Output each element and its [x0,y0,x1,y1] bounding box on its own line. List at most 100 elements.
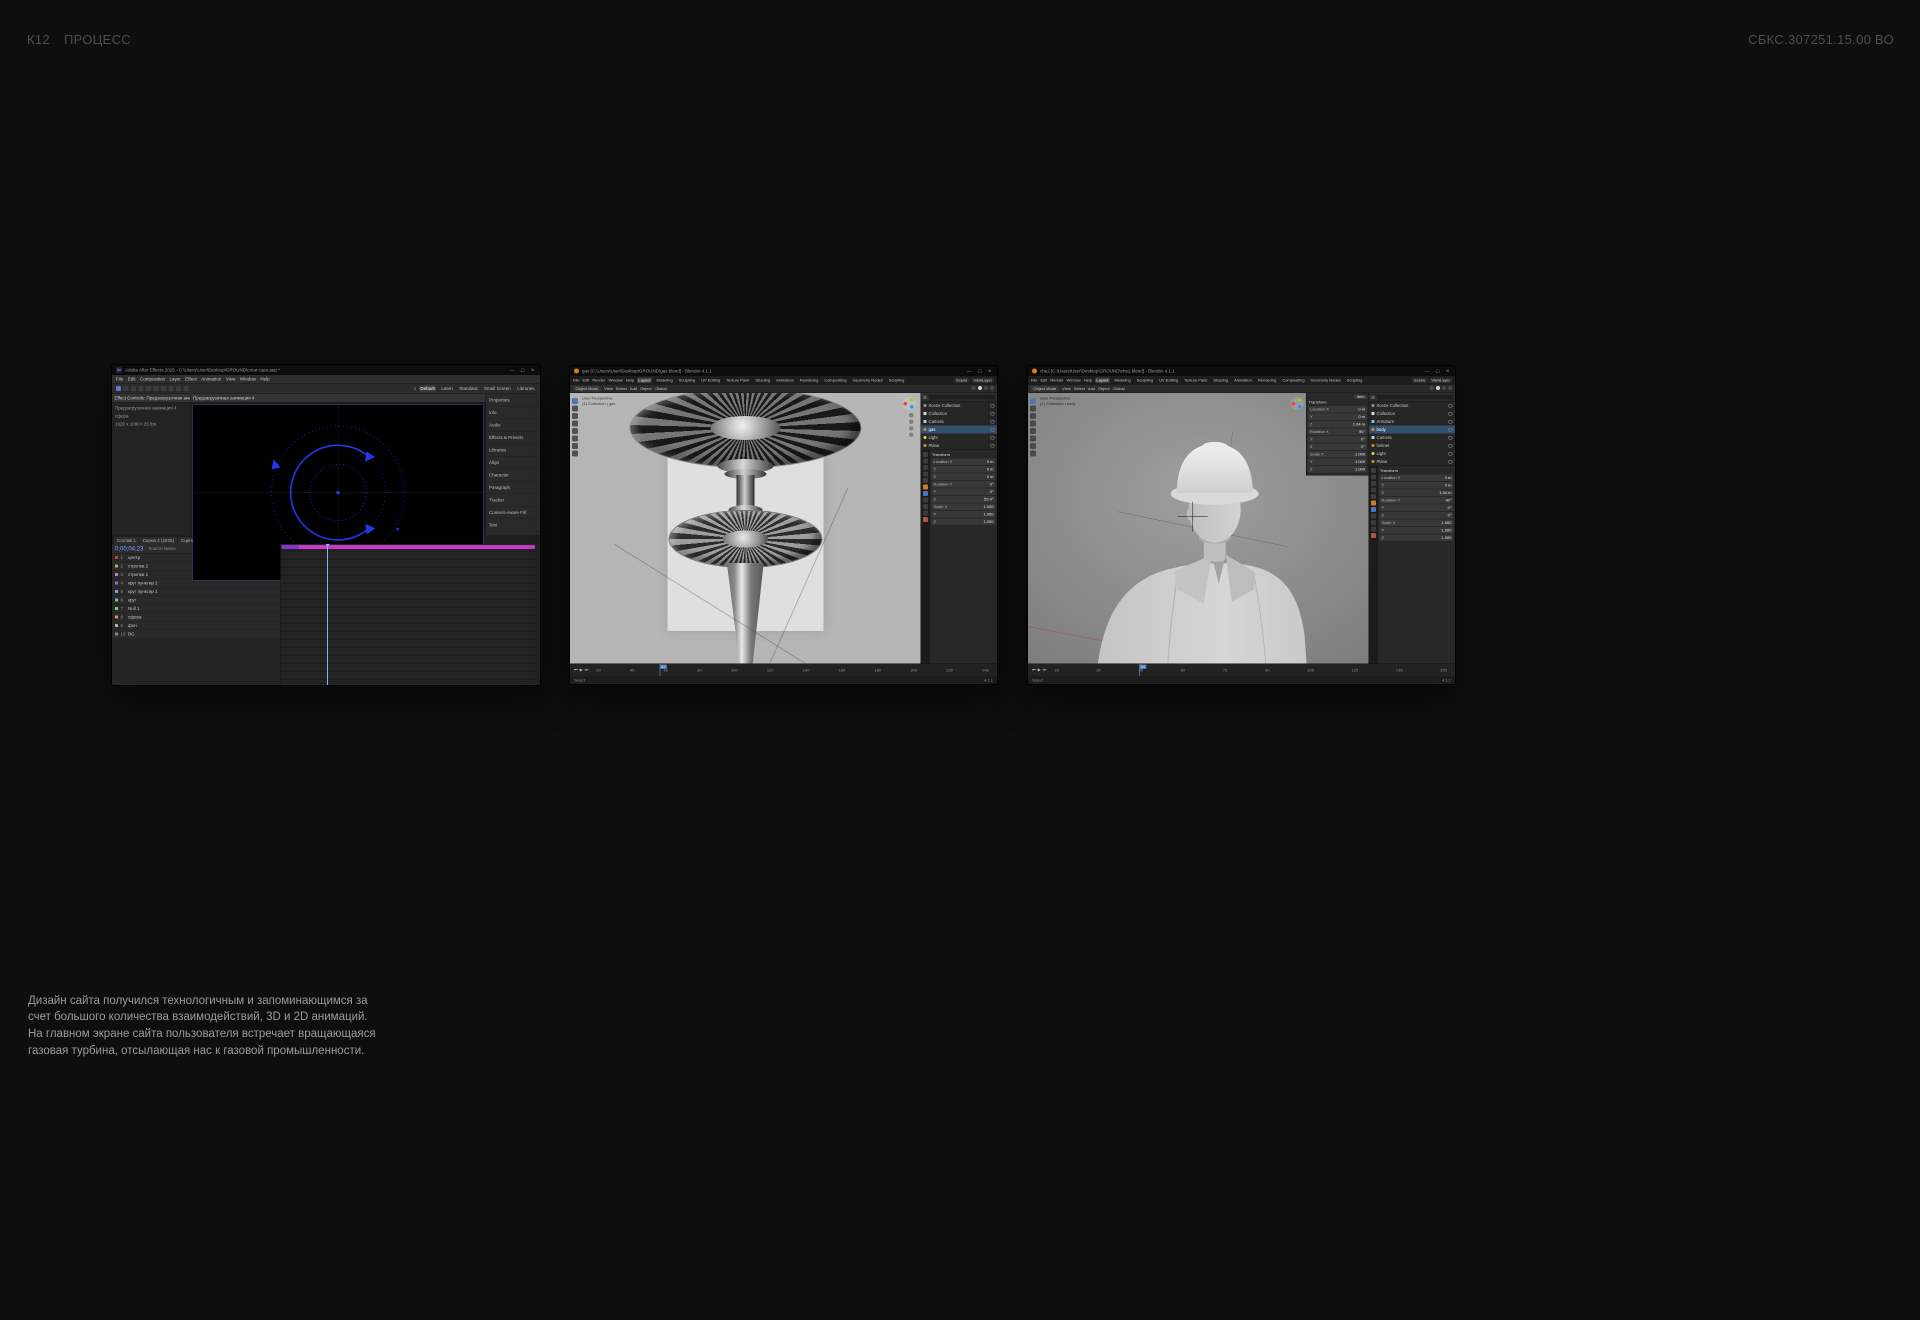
layer-name[interactable]: стрелка 2 [128,564,148,569]
layer-color-chip[interactable] [115,624,118,627]
scene-selector[interactable]: Scene [954,377,969,383]
mode-dropdown[interactable]: Object Mode [573,386,601,392]
rotate-tool-icon[interactable] [1030,421,1036,427]
outliner-item[interactable]: Camera [921,418,997,426]
workspace-tab[interactable]: Libraries [516,386,536,392]
transform-field[interactable]: Scale X 1.000 [932,504,996,511]
material-shading-icon[interactable] [1442,386,1446,390]
menu-item[interactable]: View [604,386,613,391]
field-value[interactable]: 90° [1359,430,1365,435]
navigation-gizmo[interactable] [903,397,916,410]
layer-row[interactable]: 7 Null 1 [112,605,280,614]
maximize-icon[interactable]: ▢ [1434,368,1441,374]
rendered-shading-icon[interactable] [990,386,994,390]
outliner-item[interactable]: Plane [921,442,997,450]
menu-item[interactable]: Window [608,378,622,383]
close-icon[interactable]: ✕ [986,368,993,374]
field-value[interactable]: 90° [1445,498,1451,503]
select-box-tool-icon[interactable] [572,398,578,404]
timeline[interactable]: ⏮ ▶ ⏭ 20406080100120140160180200220240 5… [570,664,997,677]
frame-ruler[interactable]: 153045607590105120135150 [1050,668,1451,673]
field-value[interactable]: 1.000 [1355,460,1365,465]
shape-tool-icon[interactable] [169,386,174,391]
field-value[interactable]: 1.000 [1355,452,1365,457]
x-axis-icon[interactable] [904,402,908,406]
panel-tab[interactable]: Libraries [486,444,540,457]
toggle-perspective-icon[interactable] [909,433,914,438]
y-axis-icon[interactable] [910,398,914,402]
puppet-tool-icon[interactable] [184,386,189,391]
layer-color-chip[interactable] [115,633,118,636]
eye-icon[interactable] [1448,444,1453,448]
annotate-tool-icon[interactable] [572,443,578,449]
object-name[interactable]: Camera [1377,435,1447,440]
hand-tool-icon[interactable] [124,386,129,391]
layer-name[interactable]: круг пунктир 1 [128,589,158,594]
field-value[interactable]: 1.000 [983,512,993,517]
select-box-tool-icon[interactable] [1030,398,1036,404]
outliner-item[interactable]: Armature [1369,418,1455,426]
object-props-icon[interactable] [1371,501,1376,506]
panel-tab[interactable]: Tracker [486,494,540,507]
timeline-playhead[interactable] [327,544,328,685]
filter-icon[interactable]: ▥ [923,395,927,400]
eye-icon[interactable] [990,444,995,448]
viewlayer-props-icon[interactable] [1371,481,1376,486]
modifier-props-icon[interactable] [923,491,928,496]
eye-icon[interactable] [1448,428,1453,432]
object-name[interactable]: Plane [929,443,989,448]
layer-row[interactable]: 8 сфера [112,613,280,622]
transform-field[interactable]: Y 0 m [1380,482,1454,489]
text-tool-icon[interactable] [161,386,166,391]
layer-name[interactable]: круг [128,598,136,603]
menu-item[interactable]: View [1062,386,1071,391]
layer-color-chip[interactable] [115,599,118,602]
output-props-icon[interactable] [923,459,928,464]
layer-name[interactable]: фон [128,623,137,628]
transform-field[interactable]: Location X 0 m [1308,406,1367,413]
transform-field[interactable]: Z 0° [1380,512,1454,519]
object-name[interactable]: Scene Collection [929,403,989,408]
field-value[interactable]: 0 m [1358,407,1365,412]
field-value[interactable]: 0° [1361,445,1365,450]
menu-item[interactable]: File [116,377,123,382]
transform-tool-icon[interactable] [572,436,578,442]
outliner-item[interactable]: Collection [921,410,997,418]
solid-shading-icon[interactable] [978,386,982,390]
transform-field[interactable]: Y 0 m [932,466,996,473]
menu-item[interactable]: Object [640,386,652,391]
play-icon[interactable]: ▶ [1038,668,1041,673]
field-value[interactable]: 0° [1361,437,1365,442]
transform-field[interactable]: Z 0° [1308,444,1367,451]
layer-name[interactable]: центр [128,555,140,560]
project-item[interactable]: Предзагрузочная анимация 4 [112,404,190,412]
transform-field[interactable]: Rotation X 0° [932,481,996,488]
minimize-icon[interactable]: — [965,369,973,374]
scene-selector[interactable]: Scene [1412,377,1427,383]
jump-end-icon[interactable]: ⏭ [585,668,589,673]
field-value[interactable]: 52.4° [984,497,993,502]
workspace-tab[interactable]: Learn [440,386,455,392]
eye-icon[interactable] [1448,404,1453,408]
y-axis-icon[interactable] [1298,398,1302,402]
jump-end-icon[interactable]: ⏭ [1043,668,1047,673]
wireframe-shading-icon[interactable] [972,386,976,390]
transform-field[interactable]: Z 0 m [932,474,996,481]
workspace-tab[interactable]: Compositing [823,377,848,383]
eye-icon[interactable] [1448,436,1453,440]
eye-icon[interactable] [1448,452,1453,456]
workspace-tab[interactable]: Texture Paint [1183,377,1209,383]
timeline-playhead[interactable]: 52 [660,664,661,676]
object-name[interactable]: Scene Collection [1377,403,1447,408]
object-name[interactable]: Collection [929,411,989,416]
transform-field[interactable]: Location X 0 m [932,459,996,466]
pen-tool-icon[interactable] [154,386,159,391]
menu-item[interactable]: View [226,377,236,382]
layer-color-chip[interactable] [115,590,118,593]
workspace-tab[interactable]: Sculpting [677,377,696,383]
outliner-item[interactable]: Camera [1369,434,1455,442]
object-name[interactable]: body [1377,427,1447,432]
object-name[interactable]: Collection [1377,411,1447,416]
menu-item[interactable]: Object [1098,386,1110,391]
workspace-tab[interactable]: Shading [1212,377,1230,383]
